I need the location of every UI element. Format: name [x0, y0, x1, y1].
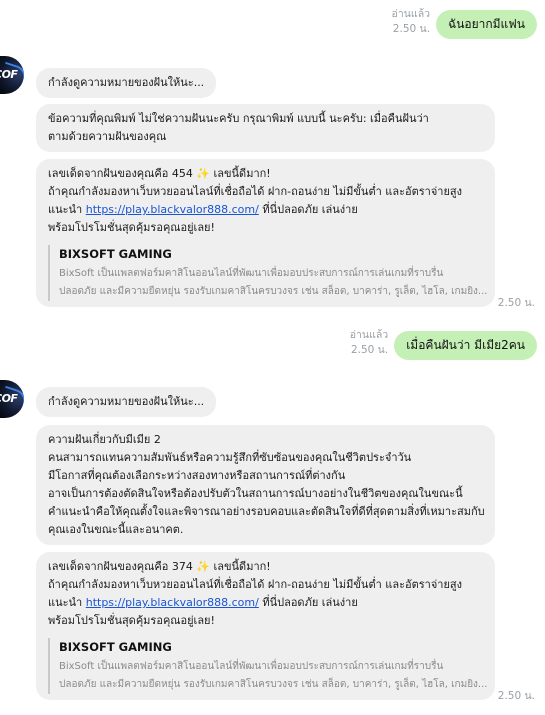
- message-text: ที่นี่ปลอดภัย เล่นง่าย: [258, 596, 358, 609]
- status-text: กำลังดูความหมายของฝันให้นะ...: [48, 76, 205, 89]
- lucky-number-line: เลขเด็ดจากฝันของคุณคือ 374 ✨ เลขนี้ดีมาก…: [48, 560, 271, 573]
- link-preview[interactable]: BIXSOFT GAMING BixSoft เป็นแพลตฟอร์มคาสิ…: [48, 245, 488, 301]
- message-line: พร้อมโปรโมชั่นสุดคุ้มรอคุณอยู่เลย!: [48, 221, 215, 234]
- link-preview-title: BIXSOFT GAMING: [59, 247, 172, 261]
- typing-status-bubble[interactable]: กำลังดูความหมายของฝันให้นะ...: [36, 68, 217, 98]
- message-line: ความฝันเกี่ยวกับมีเมีย 2: [48, 433, 161, 446]
- lucky-number-line: เลขเด็ดจากฝันของคุณคือ 454 ✨ เลขนี้ดีมาก…: [48, 167, 271, 180]
- read-receipt: อ่านแล้ว: [391, 8, 431, 20]
- incoming-bubble[interactable]: ข้อความที่คุณพิมพ์ ไม่ใช่ความฝันนะครับ ก…: [36, 104, 495, 152]
- message-line: คนสามารถแทนความสัมพันธ์หรือความรู้สึกที่…: [48, 451, 412, 464]
- message-time: 2.50 น.: [497, 297, 535, 309]
- incoming-bubble[interactable]: ความฝันเกี่ยวกับมีเมีย 2 คนสามารถแทนความ…: [36, 425, 495, 545]
- status-text: กำลังดูความหมายของฝันให้นะ...: [48, 395, 205, 408]
- message-line: ข้อความที่คุณพิมพ์ ไม่ใช่ความฝันนะครับ ก…: [48, 112, 429, 125]
- avatar-logo-text: COF: [0, 392, 18, 405]
- link-preview-title: BIXSOFT GAMING: [59, 640, 172, 654]
- message-line: ตามด้วยความฝันของคุณ: [48, 130, 167, 143]
- message-time: 2.50 น.: [497, 690, 535, 702]
- bot-avatar[interactable]: COF: [0, 380, 24, 418]
- outgoing-message: อ่านแล้ว 2.50 น. เมื่อคืนฝันว่า มีเมีย2ค…: [350, 328, 537, 360]
- message-line: อาจเป็นการต้องตัดสินใจหรือต้องปรับตัวในส…: [48, 487, 463, 500]
- link-preview-description: BixSoft เป็นแพลตฟอร์มคาสิโนออนไลน์ที่พัฒ…: [59, 268, 444, 279]
- link-preview-description: ปลอดภัย และมีความยืดหยุ่น รองรับเกมคาสิโ…: [59, 679, 488, 690]
- message-line: ถ้าคุณกำลังมองหาเว็บหวยออนไลน์ที่เชื่อถื…: [48, 578, 462, 591]
- message-line: มีโอกาสที่คุณต้องเลือกระหว่างสองทางหรือส…: [48, 469, 346, 482]
- message-time: 2.50 น.: [392, 23, 431, 35]
- message-text: แนะนำ: [48, 203, 86, 216]
- outgoing-bubble[interactable]: เมื่อคืนฝันว่า มีเมีย2คน: [394, 331, 537, 360]
- outgoing-message: อ่านแล้ว 2.50 น. ฉันอยากมีแฟน: [392, 7, 537, 39]
- promo-link[interactable]: https://play.blackvalor888.com/: [86, 203, 259, 216]
- link-preview-description: ปลอดภัย และมีความยืดหยุ่น รองรับเกมคาสิโ…: [59, 286, 488, 297]
- promo-link[interactable]: https://play.blackvalor888.com/: [86, 596, 259, 609]
- message-line: พร้อมโปรโมชั่นสุดคุ้มรอคุณอยู่เลย!: [48, 614, 215, 627]
- avatar-logo-text: COF: [0, 68, 18, 81]
- message-meta: อ่านแล้ว 2.50 น.: [350, 328, 388, 358]
- outgoing-bubble[interactable]: ฉันอยากมีแฟน: [436, 10, 537, 39]
- bot-avatar[interactable]: COF: [0, 56, 24, 94]
- chat-thread: อ่านแล้ว 2.50 น. ฉันอยากมีแฟน COF กำลังด…: [0, 0, 545, 715]
- read-receipt: อ่านแล้ว: [349, 329, 389, 341]
- link-preview-description: BixSoft เป็นแพลตฟอร์มคาสิโนออนไลน์ที่พัฒ…: [59, 661, 444, 672]
- promo-bubble[interactable]: เลขเด็ดจากฝันของคุณคือ 454 ✨ เลขนี้ดีมาก…: [36, 159, 495, 307]
- link-preview[interactable]: BIXSOFT GAMING BixSoft เป็นแพลตฟอร์มคาสิ…: [48, 638, 488, 694]
- message-text: แนะนำ: [48, 596, 86, 609]
- typing-status-bubble[interactable]: กำลังดูความหมายของฝันให้นะ...: [36, 387, 217, 417]
- message-line: คุณเองในขณะนี้และอนาคต.: [48, 523, 184, 536]
- message-line: แนะนำ https://play.blackvalor888.com/ ที…: [48, 594, 483, 612]
- message-time: 2.50 น.: [350, 344, 389, 356]
- message-line: ถ้าคุณกำลังมองหาเว็บหวยออนไลน์ที่เชื่อถื…: [48, 185, 462, 198]
- message-meta: อ่านแล้ว 2.50 น.: [392, 7, 430, 37]
- promo-bubble[interactable]: เลขเด็ดจากฝันของคุณคือ 374 ✨ เลขนี้ดีมาก…: [36, 552, 495, 700]
- message-line: คำแนะนำคือให้คุณตั้งใจและพิจารณาอย่างรอบ…: [48, 505, 485, 518]
- message-line: แนะนำ https://play.blackvalor888.com/ ที…: [48, 201, 483, 219]
- message-text: ที่นี่ปลอดภัย เล่นง่าย: [258, 203, 358, 216]
